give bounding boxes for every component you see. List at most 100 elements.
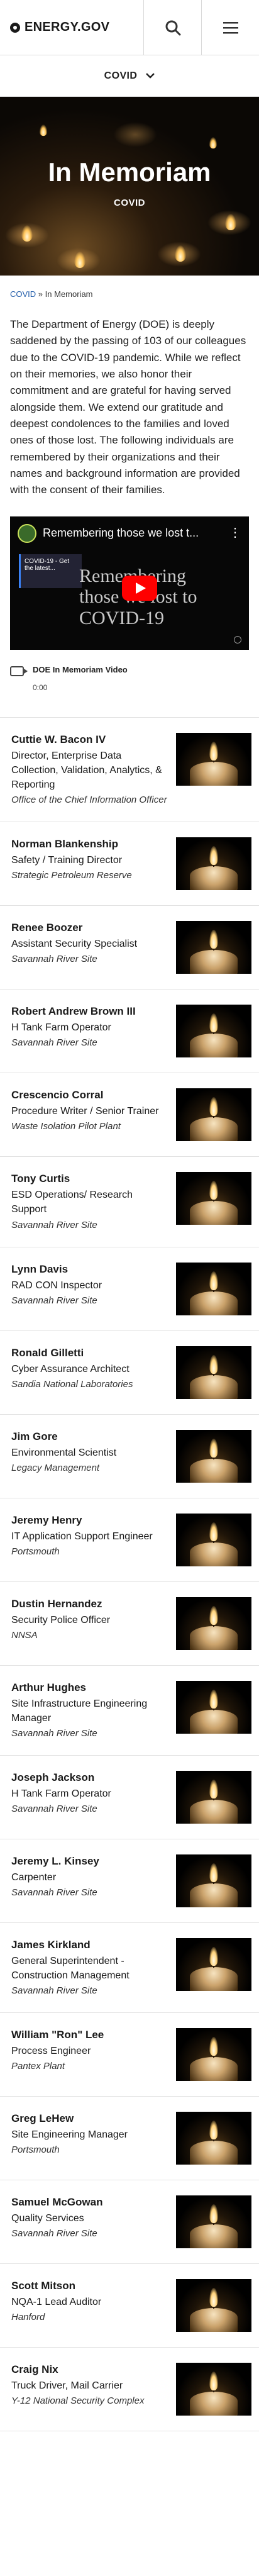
breadcrumb-covid-link[interactable]: COVID — [10, 289, 36, 299]
candle-flame-icon — [209, 1438, 218, 1458]
watermark-seal-icon — [234, 635, 241, 644]
candle-thumbnail[interactable] — [176, 1854, 251, 1907]
person-name[interactable]: Jeremy Henry — [11, 1514, 170, 1528]
person-name[interactable]: Robert Andrew Brown III — [11, 1005, 170, 1019]
person-title: IT Application Support Engineer — [11, 1531, 153, 1542]
memoriam-entry[interactable]: Norman Blankenship Safety / Training Dire… — [0, 822, 259, 906]
person-organization: Portsmouth — [11, 2144, 60, 2156]
more-options-icon[interactable]: ⋮ — [229, 527, 241, 539]
person-name[interactable]: Arthur Hughes — [11, 1681, 170, 1695]
person-name[interactable]: William "Ron" Lee — [11, 2028, 170, 2043]
memoriam-entry[interactable]: Lynn Davis RAD CON Inspector Savannah Rive… — [0, 1247, 259, 1331]
info-card[interactable]: COVID-19 - Get the latest... — [19, 554, 82, 588]
person-name[interactable]: Jeremy L. Kinsey — [11, 1854, 170, 1869]
memoriam-entry[interactable]: Renee Boozer Assistant Security Specialis… — [0, 906, 259, 990]
memoriam-entry[interactable]: Cuttie W. Bacon IV Director, Enterprise D… — [0, 718, 259, 823]
person-name[interactable]: Samuel McGowan — [11, 2195, 170, 2210]
person-name[interactable]: Tony Curtis — [11, 1172, 170, 1186]
memoriam-entry[interactable]: James Kirkland General Superintendent - C… — [0, 1923, 259, 2014]
video-title[interactable]: Remembering those we lost t... — [43, 527, 199, 540]
memoriam-entry[interactable]: Craig Nix Truck Driver, Mail Carrier Y-12 … — [0, 2348, 259, 2432]
memoriam-entry[interactable]: Jim Gore Environmental Scientist Legacy Ma… — [0, 1415, 259, 1498]
memoriam-entry[interactable]: Joseph Jackson H Tank Farm Operator Savann… — [0, 1756, 259, 1839]
chevron-down-icon — [146, 73, 155, 79]
person-name[interactable]: Greg LeHew — [11, 2112, 170, 2126]
section-nav-dropdown[interactable]: COVID — [0, 55, 259, 97]
memoriam-entry[interactable]: Ronald Gilletti Cyber Assurance Architect… — [0, 1331, 259, 1415]
candle-thumbnail[interactable] — [176, 2112, 251, 2165]
memoriam-video-player[interactable]: Remembering those we lost t... ⋮ COVID-1… — [10, 516, 249, 650]
candle-thumbnail[interactable] — [176, 1770, 251, 1824]
candle-body — [190, 1799, 238, 1824]
person-name[interactable]: Jim Gore — [11, 1430, 170, 1444]
menu-button[interactable] — [201, 0, 259, 55]
memoriam-entry[interactable]: Samuel McGowan Quality Services Savannah R… — [0, 2180, 259, 2265]
person-name[interactable]: Dustin Hernandez — [11, 1597, 170, 1612]
memoriam-entry[interactable]: Tony Curtis ESD Operations/ Research Supp… — [0, 1157, 259, 1247]
person-title: Carpenter — [11, 1871, 57, 1883]
candle-thumbnail[interactable] — [176, 1005, 251, 1058]
channel-avatar[interactable] — [18, 523, 36, 543]
memoriam-entry[interactable]: Crescencio Corral Procedure Writer / Seni… — [0, 1073, 259, 1157]
person-name[interactable]: Lynn Davis — [11, 1263, 170, 1277]
person-organization: Savannah River Site — [11, 2228, 97, 2239]
candle-thumbnail[interactable] — [176, 1597, 251, 1650]
candle-body — [190, 2224, 238, 2249]
candle-flame-icon — [209, 2121, 218, 2140]
intro-paragraph: The Department of Energy (DOE) is deeply… — [10, 318, 246, 496]
candle-thumbnail[interactable] — [176, 2028, 251, 2082]
person-title: Quality Services — [11, 2213, 84, 2224]
memoriam-entry[interactable]: Dustin Hernandez Security Police Officer N… — [0, 1582, 259, 1666]
candle-body — [190, 2308, 238, 2333]
candle-thumbnail[interactable] — [176, 1513, 251, 1566]
entry-info: Ronald Gilletti Cyber Assurance Architect… — [11, 1346, 176, 1391]
entry-info: Scott Mitson NQA-1 Lead Auditor Hanford — [11, 2279, 176, 2324]
candle-thumbnail[interactable] — [176, 1262, 251, 1315]
page-title: In Memoriam — [48, 157, 211, 187]
candle-thumbnail[interactable] — [176, 1346, 251, 1399]
person-name[interactable]: Ronald Gilletti — [11, 1346, 170, 1361]
person-name[interactable]: Scott Mitson — [11, 2279, 170, 2294]
memoriam-entry[interactable]: Jeremy L. Kinsey Carpenter Savannah River … — [0, 1839, 259, 1923]
candle-thumbnail[interactable] — [176, 2279, 251, 2333]
candle-flame-icon — [209, 2037, 218, 2056]
candle-thumbnail[interactable] — [176, 1429, 251, 1483]
candle-thumbnail[interactable] — [176, 1172, 251, 1225]
candle-flame-icon — [209, 2372, 218, 2391]
memoriam-entry[interactable]: Robert Andrew Brown III H Tank Farm Opera… — [0, 990, 259, 1074]
candle-body — [190, 761, 238, 786]
candle-thumbnail[interactable] — [176, 732, 251, 786]
person-name[interactable]: Norman Blankenship — [11, 837, 170, 852]
person-organization: Savannah River Site — [11, 1985, 97, 1997]
person-organization: Savannah River Site — [11, 1295, 97, 1306]
person-title: Safety / Training Director — [11, 855, 123, 866]
memoriam-entry[interactable]: Jeremy Henry IT Application Support Engin… — [0, 1498, 259, 1582]
memoriam-entry[interactable]: William "Ron" Lee Process Engineer Pantex … — [0, 2013, 259, 2097]
person-name[interactable]: Renee Boozer — [11, 921, 170, 935]
candle-thumbnail[interactable] — [176, 1938, 251, 1991]
person-name[interactable]: Cuttie W. Bacon IV — [11, 733, 170, 747]
memoriam-entry[interactable]: Arthur Hughes Site Infrastructure Enginee… — [0, 1666, 259, 1756]
person-name[interactable]: James Kirkland — [11, 1938, 170, 1953]
candle-thumbnail[interactable] — [176, 921, 251, 974]
candle-thumbnail[interactable] — [176, 2363, 251, 2416]
person-organization: Savannah River Site — [11, 1727, 97, 1739]
memoriam-entry[interactable]: Greg LeHew Site Engineering Manager Portsm… — [0, 2097, 259, 2181]
person-name[interactable]: Joseph Jackson — [11, 1771, 170, 1785]
candle-thumbnail[interactable] — [176, 1680, 251, 1734]
memoriam-entry[interactable]: Scott Mitson NQA-1 Lead Auditor Hanford — [0, 2264, 259, 2348]
search-button[interactable] — [143, 0, 201, 55]
person-organization: Savannah River Site — [11, 1037, 97, 1049]
play-button[interactable] — [122, 575, 157, 601]
candle-body — [190, 1883, 238, 1907]
person-organization: Savannah River Site — [11, 954, 97, 965]
energy-gov-logo[interactable]: ENERGY.GOV — [0, 20, 143, 35]
candle-thumbnail[interactable] — [176, 2195, 251, 2249]
candle-flame-icon — [209, 2204, 218, 2224]
person-name[interactable]: Crescencio Corral — [11, 1088, 170, 1103]
candle-thumbnail[interactable] — [176, 1088, 251, 1142]
candle-thumbnail[interactable] — [176, 837, 251, 891]
candle-body — [190, 1709, 238, 1734]
entry-info: Samuel McGowan Quality Services Savannah R… — [11, 2195, 176, 2240]
person-name[interactable]: Craig Nix — [11, 2363, 170, 2377]
